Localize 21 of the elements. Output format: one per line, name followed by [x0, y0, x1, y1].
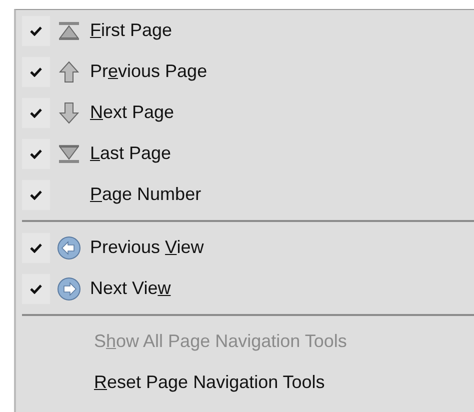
menu-item[interactable]: First Page	[90, 20, 172, 41]
checkmark-icon	[30, 190, 42, 200]
forward-circle-icon	[57, 276, 81, 300]
up-arrow-icon	[59, 60, 79, 82]
checkmark-icon	[30, 148, 42, 158]
menu-item[interactable]: Next View	[90, 278, 171, 299]
checkmark-icon	[30, 108, 42, 118]
back-circle-icon	[57, 236, 81, 260]
last-page-icon	[58, 144, 80, 164]
first-page-icon	[58, 20, 80, 40]
checkmark-icon	[30, 66, 42, 76]
menu-item[interactable]: Next Page	[90, 102, 174, 123]
checkmark-icon	[30, 242, 42, 252]
menu-item[interactable]: Last Page	[90, 143, 172, 164]
menu-item[interactable]: Page Number	[90, 184, 202, 205]
down-arrow-icon	[59, 102, 79, 124]
menu-item[interactable]: Previous View	[90, 237, 204, 258]
checkmark-icon	[30, 284, 42, 294]
menu-item[interactable]: Previous Page	[90, 61, 208, 82]
checkmark-icon	[30, 26, 42, 36]
menu-item[interactable]: Reset Page Navigation Tools	[94, 372, 325, 393]
